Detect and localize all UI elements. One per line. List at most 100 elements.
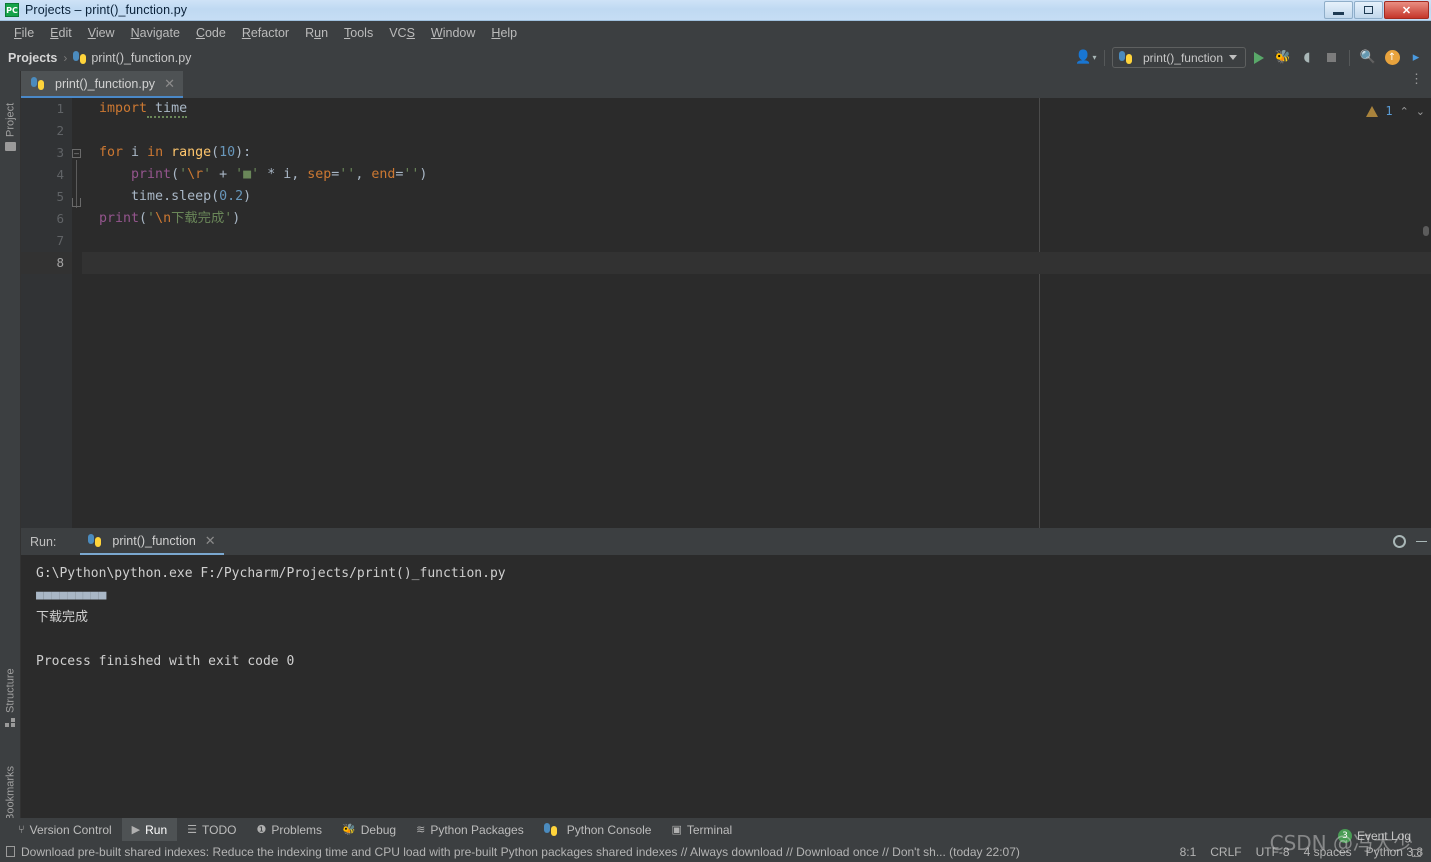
code-line-4: print('\r' + '■' * i, sep='', end='')	[82, 164, 1431, 186]
menu-edit[interactable]: Edit	[42, 24, 80, 42]
chevron-up-icon[interactable]: ⌃	[1400, 105, 1409, 118]
ai-assistant-icon[interactable]: ▸	[1405, 47, 1427, 69]
run-configuration-name: print()_function	[1142, 50, 1223, 65]
token-mult: *	[259, 167, 284, 182]
layers-icon: ≋	[416, 823, 426, 836]
indent-setting[interactable]: 4 spaces	[1304, 845, 1352, 859]
tab-problems-label: Problems	[271, 822, 323, 837]
console-progress-line: ■■■■■■■■■	[36, 588, 107, 603]
fold-collapse-icon[interactable]: –	[72, 149, 81, 158]
close-button[interactable]: ✕	[1384, 1, 1429, 19]
user-account-icon[interactable]: 👤 ▾	[1075, 47, 1097, 69]
tab-todo[interactable]: ☰ TODO	[177, 818, 246, 841]
event-log-label: Event Log	[1356, 828, 1411, 843]
line-number: 4	[56, 167, 64, 182]
code-editor[interactable]: 1 2 3 4 5 6 7 8 – import time for i in r…	[21, 98, 1431, 528]
hide-window-icon[interactable]	[1416, 540, 1427, 543]
token-paren: (	[211, 145, 220, 160]
editor-tab-print-function[interactable]: print()_function.py ✕	[21, 71, 183, 98]
tab-problems[interactable]: ❶ Problems	[246, 818, 332, 841]
line-number: 5	[56, 189, 64, 204]
tab-debug-label: Debug	[360, 822, 397, 837]
line-separator[interactable]: CRLF	[1210, 845, 1241, 859]
token-in: in	[147, 145, 164, 160]
inspection-widget[interactable]: 1 ⌃ ⌄	[1366, 104, 1425, 118]
menu-window[interactable]: Window	[423, 24, 483, 42]
code-line-3: for i in range(10):	[82, 142, 1431, 164]
status-message-text: Download pre-built shared indexes: Reduc…	[21, 844, 1020, 859]
terminal-icon: ▣	[671, 823, 682, 836]
run-with-coverage-button[interactable]: ◖	[1296, 47, 1318, 69]
notification-icon	[6, 846, 15, 857]
warning-triangle-icon	[1366, 105, 1379, 117]
menu-bar: File Edit View Navigate Code Refactor Ru…	[0, 21, 1431, 44]
close-icon[interactable]: ✕	[205, 533, 216, 549]
close-icon[interactable]: ✕	[164, 76, 175, 92]
editor-scrollbar-thumb[interactable]	[1423, 226, 1429, 236]
token-comma: ,	[355, 167, 372, 182]
code-content[interactable]: import time for i in range(10): print('\…	[82, 98, 1431, 528]
token-print: print	[131, 167, 172, 182]
run-tab-print-function[interactable]: print()_function ✕	[80, 528, 224, 555]
menu-navigate[interactable]: Navigate	[123, 24, 188, 42]
tab-version-control[interactable]: ⑂ Version Control	[8, 818, 122, 841]
menu-refactor[interactable]: Refactor	[234, 24, 297, 42]
console-line: G:\Python\python.exe F:/Pycharm/Projects…	[36, 566, 506, 581]
debug-button[interactable]: 🐝	[1272, 47, 1294, 69]
menu-code[interactable]: Code	[188, 24, 234, 42]
sidebar-item-project[interactable]: Project	[0, 75, 21, 155]
run-window-label: Run:	[30, 534, 57, 549]
event-log-widget[interactable]: 3 Event Log	[1337, 828, 1411, 843]
token-quote: '	[203, 167, 212, 182]
tab-run[interactable]: ▶ Run	[121, 818, 178, 841]
tab-terminal[interactable]: ▣ Terminal	[661, 818, 742, 841]
caret-position[interactable]: 8:1	[1180, 845, 1197, 859]
run-window-tools	[1393, 528, 1427, 555]
console-line: Process finished with exit code 0	[36, 654, 295, 669]
menu-view[interactable]: View	[80, 24, 123, 42]
window-controls: ✕	[1324, 1, 1429, 19]
tab-python-packages[interactable]: ≋ Python Packages	[406, 818, 534, 841]
fold-end-icon[interactable]	[72, 198, 81, 207]
menu-help[interactable]: Help	[483, 24, 525, 42]
token-paren: (	[139, 211, 148, 226]
tab-debug[interactable]: 🐝 Debug	[332, 818, 406, 841]
updates-icon[interactable]: ↑	[1381, 47, 1403, 69]
chevron-down-icon[interactable]: ⌄	[1416, 105, 1425, 118]
token-string-chinese: 下载完成'	[171, 211, 233, 226]
tab-python-console[interactable]: Python Console	[534, 818, 662, 841]
run-tab-label: print()_function	[112, 533, 196, 548]
sidebar-item-structure[interactable]: Structure	[0, 636, 21, 731]
editor-tab-label: print()_function.py	[55, 76, 156, 91]
menu-vcs[interactable]: VCS	[381, 24, 423, 42]
run-button[interactable]	[1248, 47, 1270, 69]
sidebar-item-structure-label: Structure	[4, 668, 17, 713]
token-quote: '	[147, 211, 156, 226]
breadcrumb-projects[interactable]: Projects	[8, 51, 57, 65]
code-line-5: time.sleep(0.2)	[82, 186, 1431, 208]
status-bar-right: 8:1 CRLF UTF-8 4 spaces Python 3.8 3 Eve…	[1180, 828, 1423, 859]
settings-gear-icon[interactable]	[1393, 535, 1406, 548]
breadcrumb-file[interactable]: print()_function.py	[73, 51, 191, 65]
file-encoding[interactable]: UTF-8	[1256, 845, 1290, 859]
lock-icon[interactable]	[1412, 848, 1421, 857]
menu-run[interactable]: Run	[297, 24, 336, 42]
line-number: 3	[56, 145, 64, 160]
menu-tools[interactable]: Tools	[336, 24, 381, 42]
run-configuration-selector[interactable]: print()_function	[1111, 47, 1246, 68]
stop-button[interactable]	[1320, 47, 1342, 69]
token-escape-n: \n	[155, 211, 172, 226]
search-icon[interactable]: 🔍	[1357, 47, 1379, 69]
minimize-button[interactable]	[1324, 1, 1353, 19]
left-tool-strip: Project Structure Bookmarks	[0, 71, 21, 818]
menu-file[interactable]: File	[6, 24, 42, 42]
editor-options-icon[interactable]: ⋮	[1410, 72, 1423, 85]
status-message[interactable]: Download pre-built shared indexes: Reduc…	[6, 845, 1020, 859]
token-comma: ,	[291, 167, 308, 182]
run-console-output[interactable]: G:\Python\python.exe F:/Pycharm/Projects…	[21, 555, 1431, 818]
window-title: Projects – print()_function.py	[25, 3, 188, 17]
restore-button[interactable]	[1354, 1, 1383, 19]
token-kwarg-sep: sep	[307, 167, 332, 182]
